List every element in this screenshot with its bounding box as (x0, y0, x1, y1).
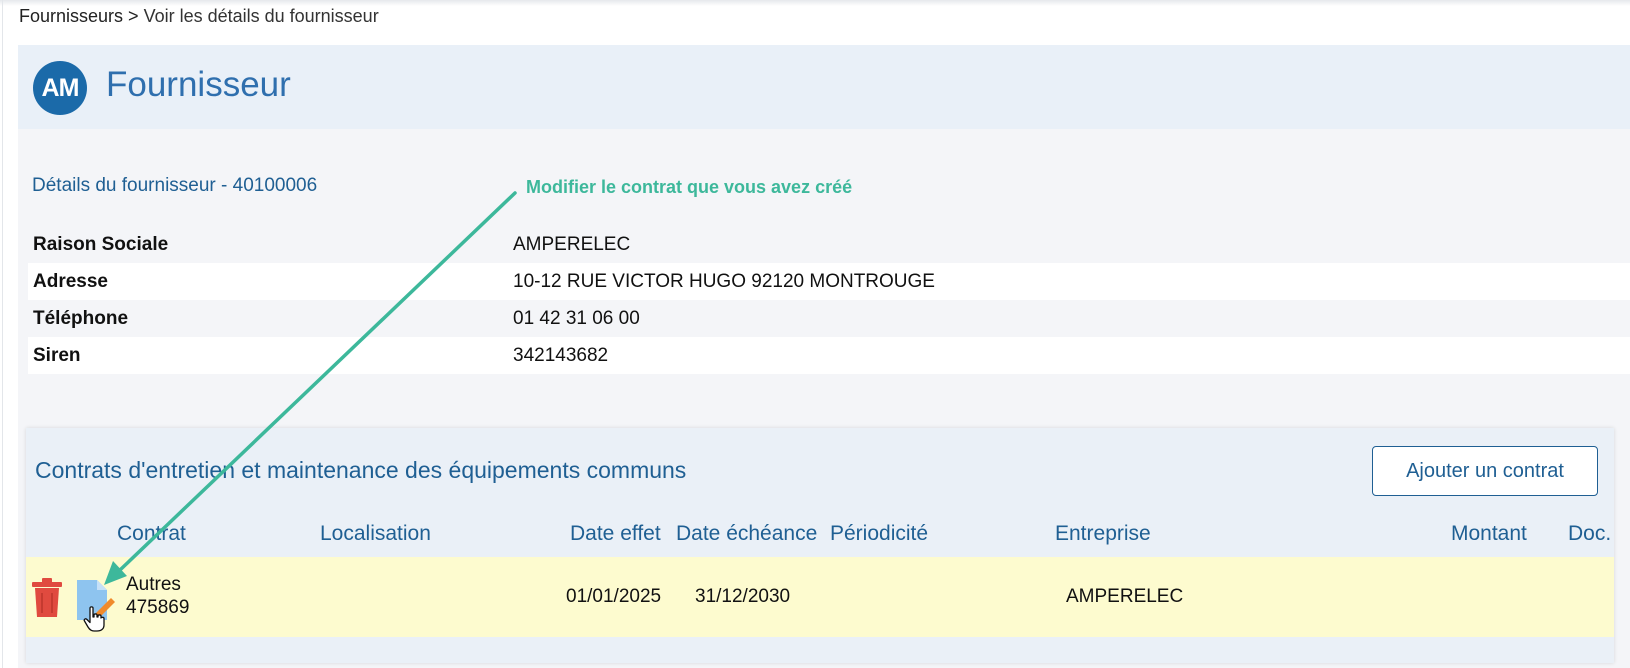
detail-label: Raison Sociale (33, 234, 169, 255)
detail-label: Siren (33, 345, 81, 366)
detail-value: 10-12 RUE VICTOR HUGO 92120 MONTROUGE (513, 271, 935, 292)
column-header-date-echeance[interactable]: Date échéance (676, 522, 817, 546)
avatar: AM (33, 61, 87, 115)
entreprise-cell: AMPERELEC (1066, 586, 1184, 607)
detail-row-telephone: Téléphone 01 42 31 06 00 (28, 300, 1630, 337)
add-contract-button[interactable]: Ajouter un contrat (1372, 446, 1598, 496)
breadcrumb-current: Voir les détails du fournisseur (143, 6, 379, 26)
breadcrumb: Fournisseurs > Voir les détails du fournis… (19, 6, 379, 27)
detail-label: Téléphone (33, 308, 129, 329)
breadcrumb-separator: > (128, 6, 139, 26)
detail-value: 342143682 (513, 345, 609, 366)
column-header-date-effet[interactable]: Date effet (570, 522, 661, 546)
page-title: Fournisseur (106, 65, 291, 104)
details-section-title: Détails du fournisseur - 40100006 (32, 175, 318, 196)
left-border (2, 0, 3, 668)
detail-row-raison-sociale: Raison Sociale AMPERELEC (28, 226, 1630, 263)
contracts-section-title: Contrats d'entretien et maintenance des … (35, 457, 687, 483)
column-header-montant[interactable]: Montant (1451, 522, 1527, 546)
detail-value: 01 42 31 06 00 (513, 308, 640, 329)
column-header-entreprise[interactable]: Entreprise (1055, 522, 1151, 546)
annotation-text: Modifier le contrat que vous avez créé (526, 177, 853, 197)
hand-cursor-icon (83, 606, 105, 637)
date-echeance-cell: 31/12/2030 (695, 586, 791, 607)
date-effet-cell: 01/01/2025 (566, 586, 662, 607)
column-header-doc[interactable]: Doc. (1568, 522, 1611, 546)
detail-row-siren: Siren 342143682 (28, 337, 1630, 374)
detail-label: Adresse (33, 271, 108, 292)
contract-type: Autres (126, 574, 181, 595)
column-header-contrat[interactable]: Contrat (117, 522, 186, 546)
table-row (26, 557, 1614, 637)
detail-row-adresse: Adresse 10-12 RUE VICTOR HUGO 92120 MONT… (28, 263, 1630, 300)
delete-icon[interactable] (31, 577, 65, 624)
column-header-periodicite[interactable]: Périodicité (830, 522, 928, 546)
breadcrumb-link-fournisseurs[interactable]: Fournisseurs (19, 6, 123, 26)
detail-value: AMPERELEC (513, 234, 631, 255)
contract-number: 475869 (126, 597, 190, 618)
column-header-localisation[interactable]: Localisation (320, 522, 431, 546)
